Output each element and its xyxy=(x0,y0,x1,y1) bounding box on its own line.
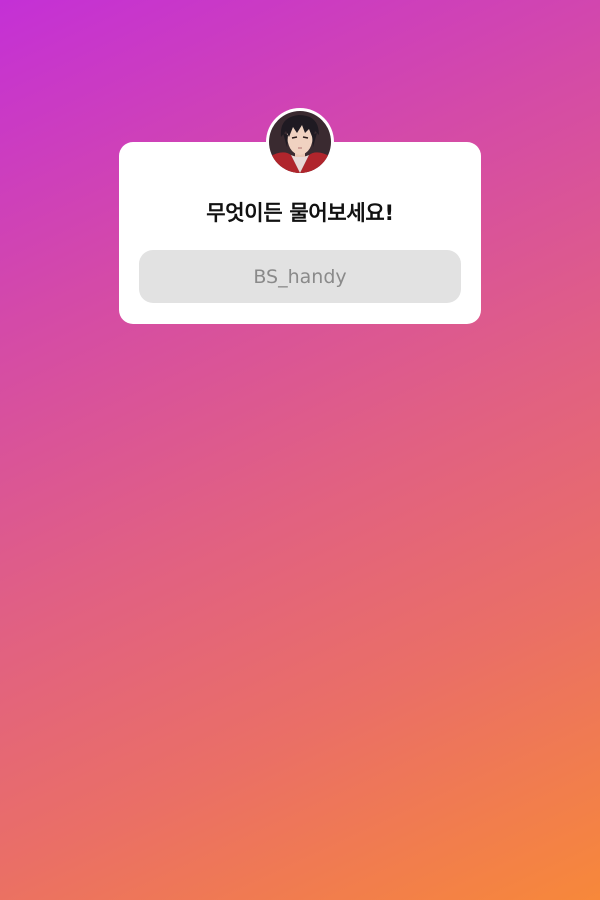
question-prompt-title: 무엇이든 물어보세요! xyxy=(206,201,394,225)
profile-avatar xyxy=(266,108,334,176)
avatar-portrait-icon xyxy=(269,111,331,173)
answer-input-field[interactable]: BS_handy xyxy=(139,250,461,303)
story-background: 무엇이든 물어보세요! BS_handy xyxy=(0,0,600,900)
